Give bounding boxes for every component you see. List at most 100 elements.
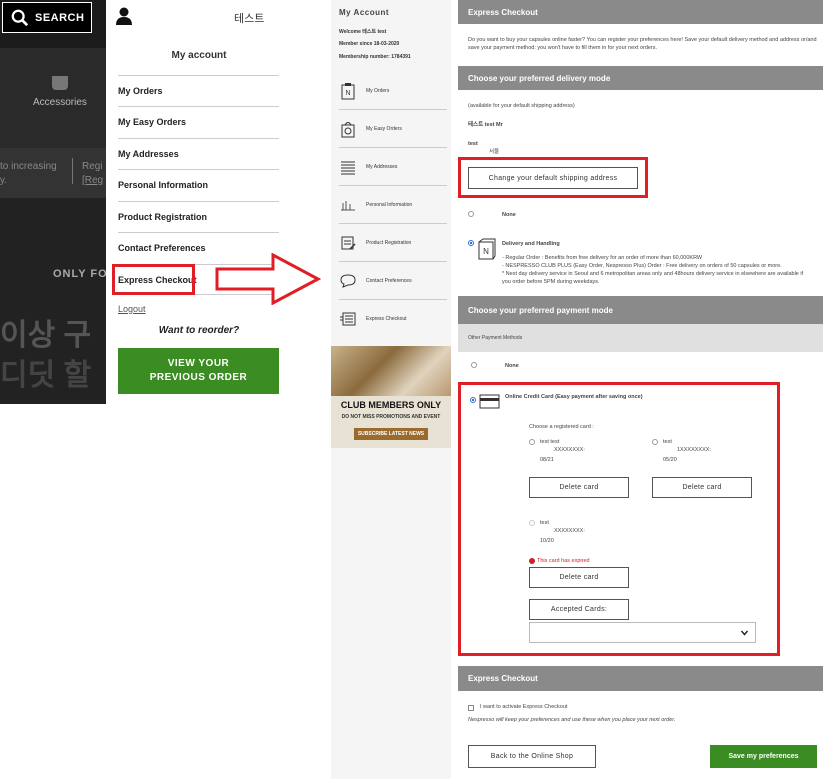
payment-none-radio[interactable] (471, 362, 477, 368)
sidebar-item-my-easy-orders[interactable]: My Easy Orders (339, 110, 447, 148)
cup-icon (52, 76, 68, 90)
contact-preferences-icon (339, 272, 357, 290)
delete-card-button[interactable]: Delete card (652, 477, 752, 498)
activate-label: I want to activate Express Checkout (480, 704, 568, 710)
delete-card-button[interactable]: Delete card (529, 477, 629, 498)
promo-banner[interactable]: CLUB MEMBERS ONLY DO NOT MISS PROMOTIONS… (331, 346, 451, 448)
express-checkout-icon (339, 310, 357, 328)
section-header-payment: Choose your preferred payment mode (458, 296, 823, 324)
delivery-none-label: None (502, 212, 516, 218)
delivery-option-details: - Regular Order : Benefits from free del… (502, 255, 804, 285)
accessories-link[interactable]: Accessories (33, 97, 87, 108)
personal-info-icon (339, 196, 357, 214)
section-header-express: Express Checkout (458, 0, 823, 24)
other-payment-methods: Other Payment Methods (458, 324, 823, 352)
sidebar-item-label: My Orders (366, 87, 390, 94)
payment-none-label: None (505, 363, 519, 369)
warning-icon (529, 558, 535, 564)
sidebar-item-label: Personal Information (366, 201, 413, 208)
sidebar-item-my-addresses[interactable]: My Addresses (339, 148, 447, 186)
address-line: test (468, 141, 478, 147)
card-name: test (540, 520, 549, 526)
activate-note: Nespresso will keep your preferences and… (468, 717, 676, 723)
divider (72, 158, 73, 184)
sidebar-title: My Account (339, 8, 390, 17)
credit-card-radio[interactable] (470, 397, 476, 403)
welcome-text: Welcome 테스트 test (339, 29, 387, 35)
sidebar-item-personal-information[interactable]: Personal Information (339, 186, 447, 224)
addresses-icon (339, 158, 357, 176)
sidebar-item-my-orders[interactable]: N My Orders (339, 72, 447, 110)
subscribe-button[interactable]: SUBSCRIBE LATEST NEWS (354, 428, 428, 440)
gift-image (331, 346, 451, 396)
banner-headline-1: 이상 구 (0, 319, 92, 352)
sidebar-item-label: Product Registration (366, 239, 412, 246)
change-address-button[interactable]: Change your default shipping address (468, 167, 638, 189)
membership-number: Membership number: 1784391 (339, 54, 411, 60)
user-icon[interactable] (116, 7, 132, 25)
menu-item-my-orders[interactable]: My Orders (118, 75, 279, 106)
register-link[interactable]: Regi [Reg (82, 160, 103, 188)
accepted-cards-label: Accepted Cards: (529, 599, 629, 620)
banner-text: ONLY FO (53, 268, 106, 280)
save-preferences-button[interactable]: Save my preferences (710, 745, 817, 768)
sidebar-item-product-registration[interactable]: Product Registration (339, 224, 447, 262)
card-expiry: 10/20 (540, 538, 554, 544)
member-since: Member since 18-03-2020 (339, 41, 400, 47)
background-page: SEARCH Accessories to increasing y. Regi[… (0, 0, 106, 404)
orders-icon: N (339, 82, 357, 100)
menu-title: My account (171, 50, 227, 61)
delivery-handling-radio[interactable] (468, 240, 474, 246)
sidebar-item-label: Express Checkout (366, 316, 407, 322)
sidebar-item-express-checkout[interactable]: Express Checkout (339, 300, 447, 338)
section-header-delivery: Choose your preferred delivery mode (458, 66, 823, 90)
card-expiry: 08/21 (540, 457, 554, 463)
card-expiry: 05/20 (663, 457, 677, 463)
logout-link[interactable]: Logout (118, 304, 146, 314)
menu-item-product-registration[interactable]: Product Registration (118, 201, 279, 232)
search-label: SEARCH (35, 11, 85, 24)
arrow-right-icon (215, 253, 321, 305)
card-name: test (663, 439, 672, 445)
back-to-shop-button[interactable]: Back to the Online Shop (468, 745, 596, 768)
card-number: 1XXXXXXXX: (677, 447, 711, 453)
intro-text: Do you want to buy your capsules online … (468, 37, 817, 51)
sidebar-item-contact-preferences[interactable]: Contact Preferences (339, 262, 447, 300)
account-menu: 테스트 My account My Orders My Easy Orders … (106, 0, 292, 404)
shipping-note: (available for your default shipping add… (468, 103, 575, 109)
card-radio[interactable] (652, 439, 658, 445)
menu-item-my-easy-orders[interactable]: My Easy Orders (118, 106, 279, 137)
promo-subtitle: DO NOT MISS PROMOTIONS AND EVENT (341, 414, 441, 420)
main-content: Express Checkout Do you want to buy your… (458, 0, 823, 779)
sidebar-item-label: Contact Preferences (366, 277, 412, 284)
sidebar-item-label: My Addresses (366, 163, 398, 170)
account-sidebar: My Account Welcome 테스트 test Member since… (331, 0, 451, 779)
card-number: XXXXXXXX: (554, 447, 585, 453)
promo-text: to increasing y. (0, 161, 57, 186)
product-registration-icon (339, 234, 357, 252)
menu-item-personal-information[interactable]: Personal Information (118, 169, 279, 200)
card-radio[interactable] (529, 439, 535, 445)
svg-text:N: N (345, 90, 350, 97)
card-number: XXXXXXXX: (554, 528, 585, 534)
section-header-express-2: Express Checkout (458, 666, 823, 691)
view-previous-order-button[interactable]: VIEW YOUR PREVIOUS ORDER (118, 348, 279, 394)
highlight-box (112, 264, 195, 295)
delivery-none-radio[interactable] (468, 211, 474, 217)
username: 테스트 (234, 13, 265, 25)
banner-headline-2: 디딧 할 (0, 359, 92, 392)
accepted-cards-select[interactable] (529, 622, 756, 643)
menu-item-my-addresses[interactable]: My Addresses (118, 138, 279, 169)
promo-title: CLUB MEMBERS ONLY (340, 400, 442, 410)
card-radio-disabled (529, 520, 535, 526)
search-button[interactable]: SEARCH (2, 2, 92, 33)
delete-card-button[interactable]: Delete card (529, 567, 629, 588)
activate-checkbox[interactable] (468, 705, 474, 711)
expired-note: This card has expired (529, 557, 590, 565)
easy-orders-icon (339, 120, 357, 138)
delivery-box-icon: N (478, 238, 496, 260)
choose-card-label: Choose a registered card : (529, 424, 594, 430)
chevron-down-icon (741, 630, 748, 636)
credit-card-icon (479, 394, 500, 409)
search-icon (11, 9, 29, 26)
